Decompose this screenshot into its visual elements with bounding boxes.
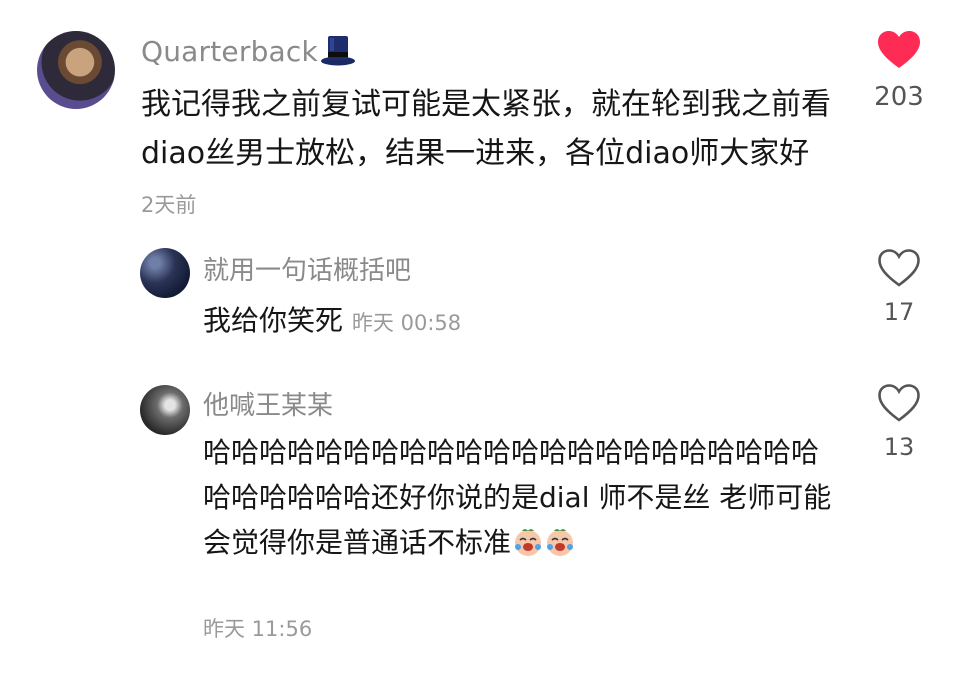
comment-body: 我记得我之前复试可能是太紧张，就在轮到我之前看diao丝男士放松，结果一进来，各…	[141, 80, 861, 230]
comment-item: 他喊王某某 哈哈哈哈哈哈哈哈哈哈哈哈哈哈哈哈哈哈哈哈哈哈哈哈哈哈哈哈还好你说的是…	[0, 370, 960, 675]
avatar[interactable]	[140, 248, 190, 298]
like-button[interactable]: 17	[869, 248, 929, 326]
avatar[interactable]	[140, 385, 190, 435]
comment-item: Quarterback 我记得我之前复试可能是太紧张，就在轮到我之前看diao丝…	[0, 0, 960, 230]
comment-item: 就用一句话概括吧 我给你笑死 昨天 00:58 17	[0, 230, 960, 370]
comment-time: 昨天 00:58	[351, 311, 462, 335]
laughing-crying-emoji	[545, 525, 575, 556]
heart-outline-icon	[878, 249, 920, 287]
heart-filled-icon	[878, 31, 920, 68]
comment-list: Quarterback 我记得我之前复试可能是太紧张，就在轮到我之前看diao丝…	[0, 0, 960, 675]
username[interactable]: 他喊王某某	[203, 385, 333, 422]
heart-outline-icon	[878, 384, 920, 422]
comment-time: 昨天 11:56	[203, 617, 313, 641]
username-text[interactable]: Quarterback	[141, 35, 318, 68]
like-button[interactable]: 203	[869, 30, 929, 112]
avatar[interactable]	[37, 31, 115, 109]
username[interactable]: 就用一句话概括吧	[203, 250, 411, 287]
like-count: 13	[883, 433, 915, 461]
comment-time: 2天前	[141, 193, 197, 217]
top-hat-icon	[320, 33, 356, 67]
comment-text: 我给你笑死	[203, 304, 344, 337]
like-count: 17	[883, 298, 915, 326]
like-count: 203	[874, 82, 924, 112]
laughing-crying-emoji	[513, 525, 543, 556]
like-button[interactable]: 13	[869, 383, 929, 461]
comment-body: 哈哈哈哈哈哈哈哈哈哈哈哈哈哈哈哈哈哈哈哈哈哈哈哈哈哈哈哈还好你说的是dial 师…	[203, 430, 843, 565]
comment-text: 我记得我之前复试可能是太紧张，就在轮到我之前看diao丝男士放松，结果一进来，各…	[141, 87, 831, 171]
username[interactable]: Quarterback	[141, 33, 356, 68]
comment-body: 我给你笑死 昨天 00:58	[203, 300, 823, 344]
